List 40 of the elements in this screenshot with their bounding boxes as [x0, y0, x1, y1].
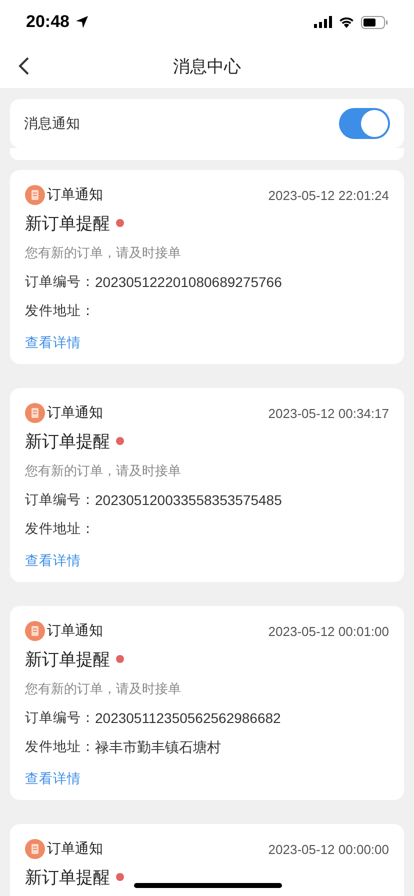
message-time: 2023-05-12 00:00:00	[268, 842, 389, 856]
message-title: 新订单提醒	[25, 212, 110, 234]
order-number: 202305112350562562986682	[95, 709, 281, 728]
message-description: 您有新的订单，请及时接单	[25, 681, 182, 699]
message-time: 2023-05-12 00:34:17	[268, 406, 389, 420]
clipboard-icon	[25, 839, 45, 859]
clipboard-icon	[25, 621, 45, 641]
field-label: 发件地址：	[25, 302, 95, 321]
wifi-icon	[338, 16, 355, 28]
field-label: 发件地址：	[25, 520, 95, 539]
order-number: 202305122201080689275766	[95, 273, 282, 292]
page-title: 消息中心	[173, 56, 241, 78]
message-time: 2023-05-12 22:01:24	[268, 188, 389, 202]
category-label: 订单通知	[47, 840, 103, 858]
order-number: 202305120033558353575485	[95, 491, 282, 510]
details-link[interactable]: 查看详情	[25, 768, 81, 790]
message-time: 2023-05-12 00:01:00	[268, 624, 389, 638]
message-title: 新订单提醒	[25, 430, 110, 452]
details-link[interactable]: 查看详情	[25, 332, 81, 354]
toggle-switch[interactable]	[339, 108, 390, 139]
message-title: 新订单提醒	[25, 866, 110, 888]
status-time: 20:48	[26, 12, 70, 32]
battery-icon	[361, 16, 388, 28]
clipboard-icon	[25, 403, 45, 423]
details-link[interactable]: 查看详情	[25, 550, 81, 572]
category-label: 订单通知	[47, 186, 103, 204]
field-label: 订单编号：	[25, 709, 95, 728]
setting-label: 消息通知	[24, 114, 80, 132]
field-label: 发件地址：	[25, 738, 95, 757]
message-title: 新订单提醒	[25, 648, 110, 670]
field-label: 订单编号：	[25, 273, 95, 292]
category-label: 订单通知	[47, 404, 103, 422]
message-description: 您有新的订单，请及时接单	[25, 245, 182, 263]
category-label: 订单通知	[47, 622, 103, 640]
signal-icon	[314, 16, 332, 28]
location-arrow-icon	[75, 15, 90, 29]
field-label: 订单编号：	[25, 491, 95, 510]
message-description: 您有新的订单，请及时接单	[25, 463, 182, 481]
clipboard-icon	[25, 185, 45, 205]
address-value: 禄丰市勤丰镇石塘村	[95, 738, 221, 757]
